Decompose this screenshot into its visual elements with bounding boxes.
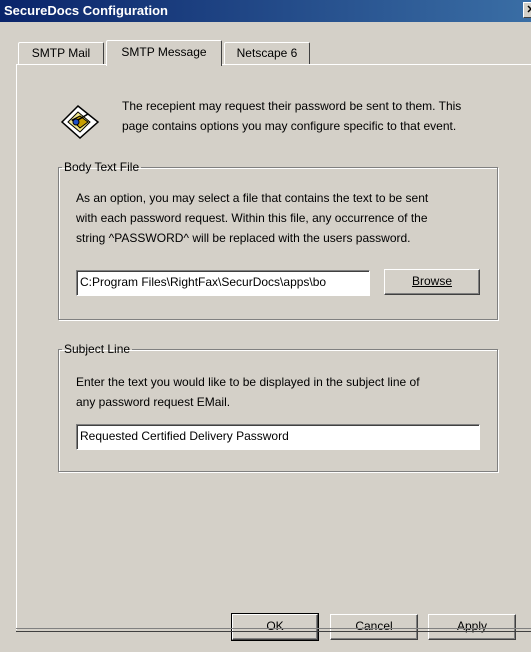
tab-smtp-message[interactable]: SMTP Message xyxy=(106,40,222,66)
panel-divider xyxy=(16,628,531,632)
tab-smtp-mail[interactable]: SMTP Mail xyxy=(18,42,104,64)
tab-netscape-6[interactable]: Netscape 6 xyxy=(224,42,310,64)
window-title: SecureDocs Configuration xyxy=(4,3,168,18)
title-bar: SecureDocs Configuration ✕ xyxy=(0,0,531,22)
tab-panel xyxy=(16,64,531,630)
close-icon[interactable]: ✕ xyxy=(523,2,531,18)
